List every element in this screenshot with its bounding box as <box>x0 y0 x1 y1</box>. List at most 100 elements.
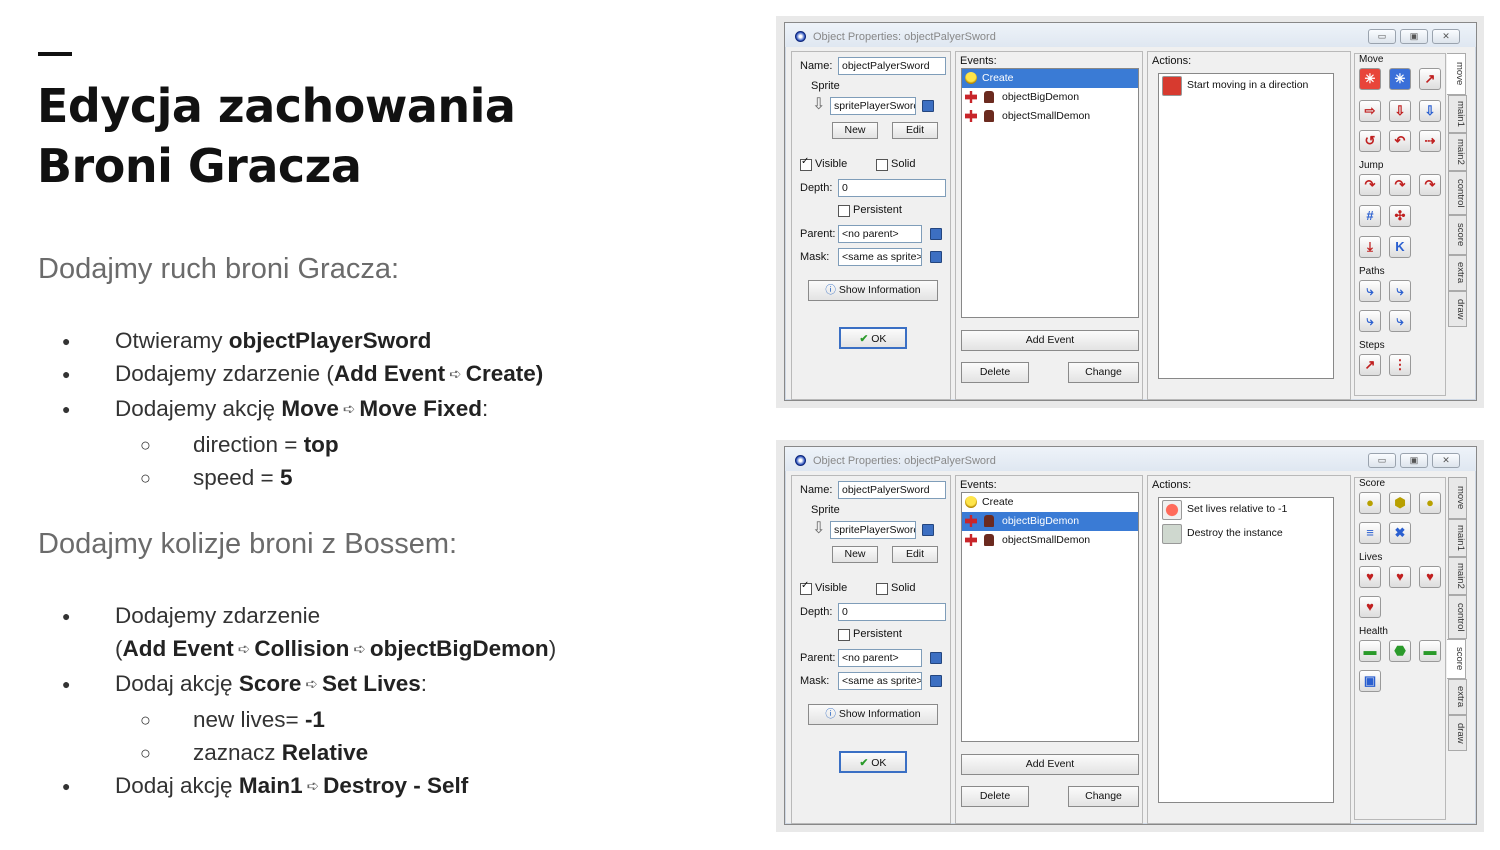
name-field[interactable]: objectPalyerSword <box>838 57 946 75</box>
step-avoiding-icon[interactable]: ⋮ <box>1389 354 1411 376</box>
parent-picker-icon[interactable] <box>930 228 942 240</box>
clear-highscore-icon[interactable]: ✖ <box>1389 522 1411 544</box>
tab-draw[interactable]: draw <box>1448 291 1467 327</box>
close-button[interactable]: ✕ <box>1432 29 1460 44</box>
tab-main1[interactable]: main1 <box>1448 519 1467 557</box>
set-lives-icon[interactable]: ♥ <box>1359 566 1381 588</box>
edit-sprite-button[interactable]: Edit <box>892 546 938 563</box>
reverse-horizontal-icon[interactable]: ↺ <box>1359 130 1381 152</box>
depth-field[interactable]: 0 <box>838 603 946 621</box>
draw-score-icon[interactable]: ● <box>1419 492 1441 514</box>
action-item[interactable]: Destroy the instance <box>1159 522 1333 546</box>
speed-horizontal-icon[interactable]: ⇨ <box>1359 100 1381 122</box>
event-collision-bigdemon[interactable]: objectBigDemon <box>962 512 1138 531</box>
minimize-button[interactable]: ▭ <box>1368 453 1396 468</box>
new-sprite-button[interactable]: New <box>832 546 878 563</box>
event-collision-bigdemon[interactable]: objectBigDemon <box>962 88 1138 107</box>
persistent-checkbox[interactable]: Persistent <box>838 628 902 641</box>
delete-event-button[interactable]: Delete <box>961 362 1029 383</box>
depth-field[interactable]: 0 <box>838 179 946 197</box>
path-position-icon[interactable]: ⤷ <box>1359 310 1381 332</box>
show-information-button[interactable]: ⓘ Show Information <box>808 280 938 301</box>
sprite-field[interactable]: spritePlayerSworc <box>830 97 916 115</box>
set-health-icon[interactable]: ▬ <box>1359 640 1381 662</box>
bounce-icon[interactable]: K <box>1389 236 1411 258</box>
tab-score[interactable]: score <box>1448 215 1467 255</box>
parent-field[interactable]: <no parent> <box>838 225 922 243</box>
align-to-grid-icon[interactable]: # <box>1359 205 1381 227</box>
test-lives-icon[interactable]: ♥ <box>1389 566 1411 588</box>
step-towards-icon[interactable]: ↗ <box>1359 354 1381 376</box>
tab-move[interactable]: move <box>1448 477 1467 519</box>
mask-field[interactable]: <same as sprite> <box>838 248 922 266</box>
change-event-button[interactable]: Change <box>1068 362 1139 383</box>
event-create[interactable]: Create <box>962 493 1138 512</box>
add-event-button[interactable]: Add Event <box>961 330 1139 351</box>
ok-button[interactable]: ✔ OK <box>839 327 907 349</box>
tab-main2[interactable]: main2 <box>1448 133 1467 171</box>
move-towards-icon[interactable]: ↗ <box>1419 68 1441 90</box>
maximize-button[interactable]: ▣ <box>1400 29 1428 44</box>
mask-field[interactable]: <same as sprite> <box>838 672 922 690</box>
action-item[interactable]: Set lives relative to -1 <box>1159 498 1333 522</box>
gravity-icon[interactable]: ⇩ <box>1419 100 1441 122</box>
jump-to-random-icon[interactable]: ↷ <box>1419 174 1441 196</box>
visible-checkbox[interactable]: Visible <box>800 156 847 171</box>
minimize-button[interactable]: ▭ <box>1368 29 1396 44</box>
tab-draw[interactable]: draw <box>1448 715 1467 751</box>
jump-to-start-icon[interactable]: ↷ <box>1389 174 1411 196</box>
friction-icon[interactable]: ⇢ <box>1419 130 1441 152</box>
event-create[interactable]: Create <box>962 69 1138 88</box>
visible-checkbox[interactable]: Visible <box>800 580 847 595</box>
draw-lives-icon[interactable]: ♥ <box>1419 566 1441 588</box>
tab-main2[interactable]: main2 <box>1448 557 1467 595</box>
reverse-vertical-icon[interactable]: ↶ <box>1389 130 1411 152</box>
show-information-button[interactable]: ⓘ Show Information <box>808 704 938 725</box>
move-free-icon[interactable]: ✳ <box>1389 68 1411 90</box>
solid-checkbox[interactable]: Solid <box>876 582 915 595</box>
event-collision-smalldemon[interactable]: objectSmallDemon <box>962 531 1138 550</box>
add-event-button[interactable]: Add Event <box>961 754 1139 775</box>
test-health-icon[interactable]: ⬣ <box>1389 640 1411 662</box>
persistent-checkbox[interactable]: Persistent <box>838 204 902 217</box>
name-field[interactable]: objectPalyerSword <box>838 481 946 499</box>
wrap-screen-icon[interactable]: ✣ <box>1389 205 1411 227</box>
move-to-contact-icon[interactable]: ⤓ <box>1359 236 1381 258</box>
sprite-picker-icon[interactable] <box>922 524 934 536</box>
speed-vertical-icon[interactable]: ⇩ <box>1389 100 1411 122</box>
test-score-icon[interactable]: ⬢ <box>1389 492 1411 514</box>
tab-move[interactable]: move <box>1447 53 1466 95</box>
tab-score[interactable]: score <box>1447 639 1466 679</box>
tab-extra[interactable]: extra <box>1448 255 1467 291</box>
tab-main1[interactable]: main1 <box>1448 95 1467 133</box>
highscore-table-icon[interactable]: ≡ <box>1359 522 1381 544</box>
sprite-picker-icon[interactable] <box>922 100 934 112</box>
parent-field[interactable]: <no parent> <box>838 649 922 667</box>
end-path-icon[interactable]: ⤷ <box>1389 280 1411 302</box>
tab-extra[interactable]: extra <box>1448 679 1467 715</box>
set-path-icon[interactable]: ⤷ <box>1359 280 1381 302</box>
edit-sprite-button[interactable]: Edit <box>892 122 938 139</box>
mask-picker-icon[interactable] <box>930 675 942 687</box>
path-speed-icon[interactable]: ⤷ <box>1389 310 1411 332</box>
set-score-icon[interactable]: ● <box>1359 492 1381 514</box>
tab-control[interactable]: control <box>1448 171 1467 215</box>
tab-control[interactable]: control <box>1448 595 1467 639</box>
ok-button[interactable]: ✔ OK <box>839 751 907 773</box>
score-caption-icon[interactable]: ▣ <box>1359 670 1381 692</box>
mask-picker-icon[interactable] <box>930 251 942 263</box>
draw-life-images-icon[interactable]: ♥ <box>1359 596 1381 618</box>
change-event-button[interactable]: Change <box>1068 786 1139 807</box>
parent-picker-icon[interactable] <box>930 652 942 664</box>
delete-event-button[interactable]: Delete <box>961 786 1029 807</box>
solid-checkbox[interactable]: Solid <box>876 158 915 171</box>
sprite-field[interactable]: spritePlayerSworc <box>830 521 916 539</box>
move-fixed-icon[interactable]: ✳ <box>1359 68 1381 90</box>
new-sprite-button[interactable]: New <box>832 122 878 139</box>
action-item[interactable]: Start moving in a direction <box>1159 74 1333 98</box>
jump-to-position-icon[interactable]: ↷ <box>1359 174 1381 196</box>
event-collision-smalldemon[interactable]: objectSmallDemon <box>962 107 1138 126</box>
draw-health-icon[interactable]: ▬ <box>1419 640 1441 662</box>
close-button[interactable]: ✕ <box>1432 453 1460 468</box>
maximize-button[interactable]: ▣ <box>1400 453 1428 468</box>
